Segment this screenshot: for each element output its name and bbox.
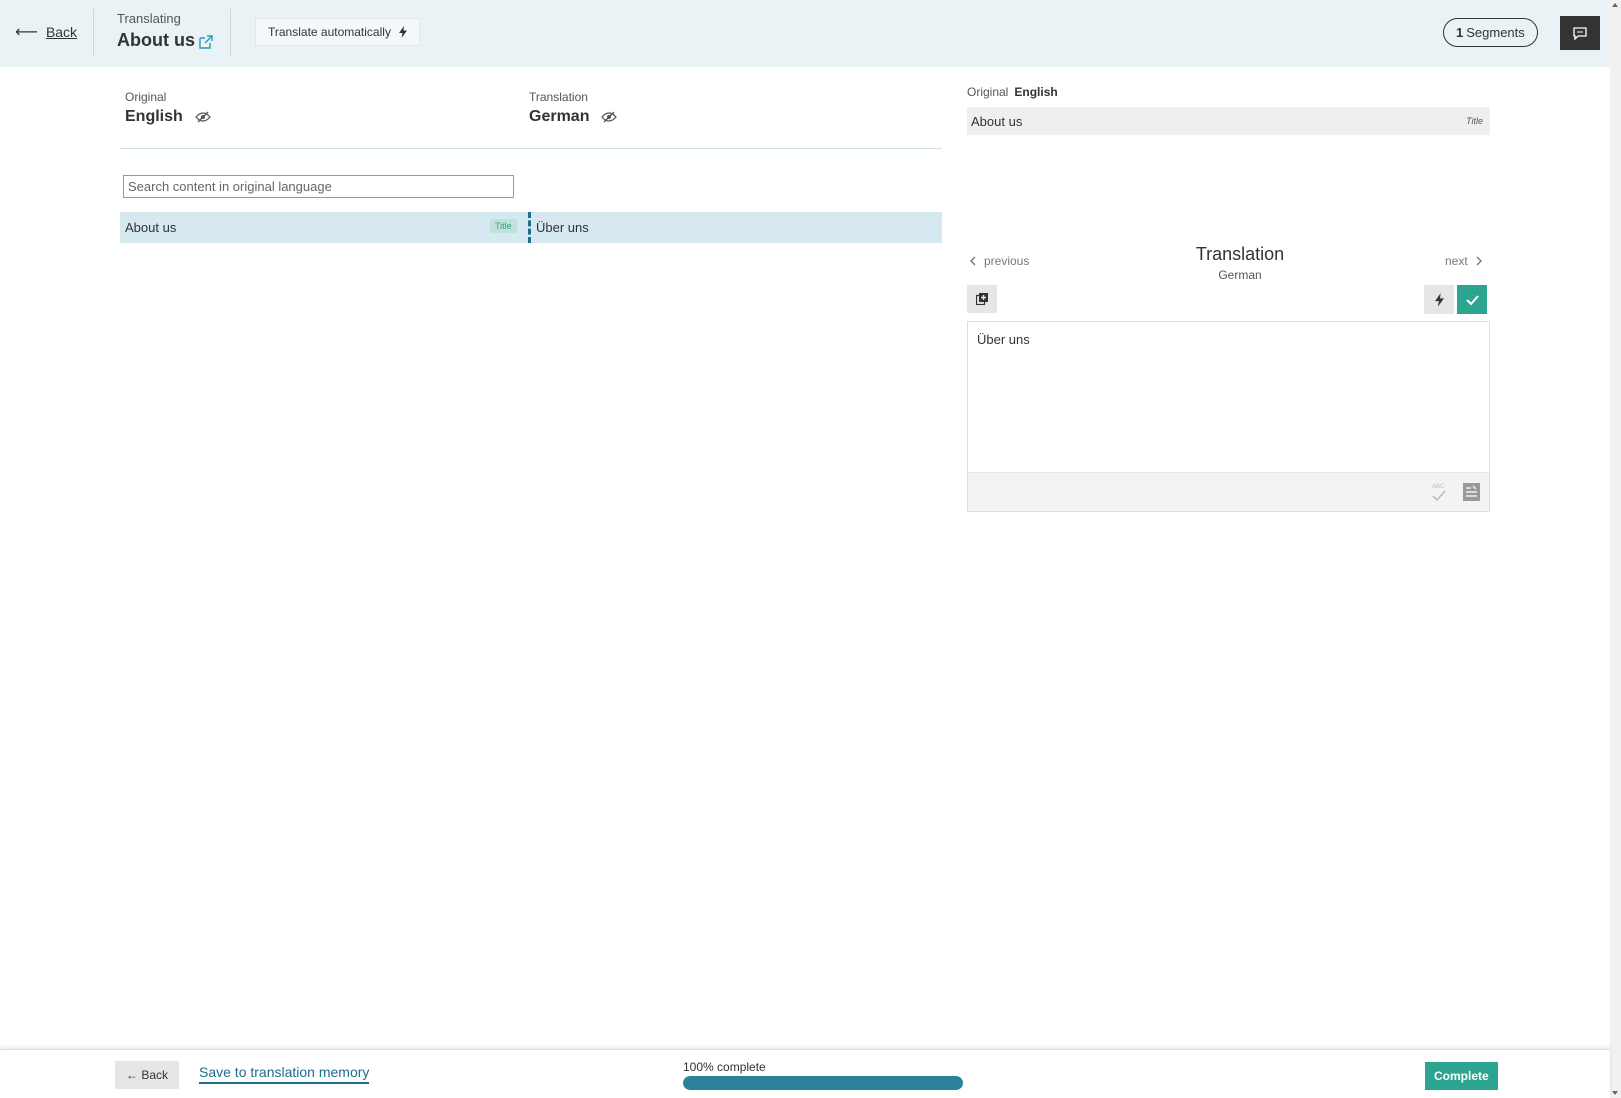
segment-original-text: About us (125, 220, 177, 235)
svg-text:ABC: ABC (1432, 484, 1445, 490)
segments-count: 1 (1456, 25, 1464, 40)
scrollbar[interactable] (1610, 0, 1621, 1098)
original-language: English (125, 108, 211, 126)
translation-panel-subtitle: German (1218, 268, 1262, 282)
lightning-icon (1434, 292, 1444, 307)
page-title: About us (117, 30, 213, 51)
segments-label: Segments (1466, 25, 1525, 40)
next-button[interactable]: next (1445, 254, 1482, 268)
progress-bar-fill (683, 1076, 963, 1090)
lightning-icon (398, 26, 407, 38)
segment-type-badge: Title (490, 219, 517, 233)
translation-language-name: German (529, 108, 590, 125)
comment-button[interactable] (1560, 16, 1600, 50)
translation-language: German (529, 108, 618, 126)
original-label: Original (125, 90, 167, 104)
eye-slash-icon[interactable] (601, 111, 618, 123)
eye-slash-icon[interactable] (194, 111, 211, 123)
copy-icon (976, 293, 988, 305)
chevron-left-icon (970, 256, 976, 266)
segment-row[interactable]: About us Title Über uns (120, 212, 942, 243)
chevron-right-icon (1476, 256, 1482, 266)
progress-bar (683, 1076, 963, 1090)
original-language-name: English (125, 108, 183, 125)
save-to-memory-link[interactable]: Save to translation memory (199, 1064, 370, 1084)
translation-language-header: Translation German (529, 90, 618, 126)
search-input[interactable] (123, 175, 514, 198)
scroll-down-icon[interactable] (1612, 1091, 1618, 1095)
copy-original-button[interactable] (967, 285, 997, 313)
panel-original-box: About us Title (967, 107, 1490, 135)
translate-automatically-button[interactable]: Translate automatically (255, 18, 420, 46)
panel-original-language: English (1014, 85, 1058, 99)
translation-panel-title: Translation (1195, 244, 1285, 264)
confirm-translation-button[interactable] (1457, 285, 1487, 314)
editor-toolbar: ABC (967, 472, 1490, 512)
panel-original-text: About us (971, 114, 1023, 129)
progress-label: 100% complete (683, 1060, 766, 1074)
header-divider (93, 9, 94, 57)
comment-icon (1573, 26, 1587, 40)
auto-translate-segment-button[interactable] (1424, 285, 1454, 314)
back-link[interactable]: ⟵ Back (15, 22, 77, 42)
translation-editor[interactable]: Über uns (967, 321, 1490, 473)
checkmark-icon (1465, 294, 1479, 305)
segment-divider (528, 212, 531, 243)
panel-original-label: Original (967, 85, 1009, 99)
bottom-footer: ← Back Save to translation memory 100% c… (0, 1049, 1610, 1098)
previous-label: previous (984, 254, 1030, 268)
translation-label: Translation (529, 90, 588, 104)
previous-button[interactable]: previous (970, 254, 1029, 268)
page-title-text: About us (117, 30, 195, 50)
panel-original-header: Original English (967, 85, 1058, 99)
scroll-up-icon[interactable] (1612, 3, 1618, 7)
next-label: next (1445, 254, 1468, 268)
external-link-icon[interactable] (199, 35, 213, 49)
arrow-left-icon: ⟵ (15, 24, 38, 41)
complete-button[interactable]: Complete (1425, 1062, 1498, 1090)
dictionary-icon[interactable] (1463, 483, 1480, 501)
segment-translation-text: Über uns (536, 220, 589, 235)
translate-automatically-label: Translate automatically (268, 25, 391, 39)
top-header: ⟵ Back Translating About us Translate au… (0, 0, 1610, 67)
translating-block: Translating About us (117, 11, 213, 51)
spellcheck-icon[interactable]: ABC (1431, 481, 1447, 503)
back-link-label: Back (45, 24, 78, 40)
language-header-divider (120, 148, 942, 149)
header-divider (230, 9, 231, 57)
segments-button[interactable]: 1 Segments (1443, 18, 1538, 47)
panel-original-tag: Title (1466, 116, 1483, 126)
translating-label: Translating (117, 11, 181, 26)
footer-back-button[interactable]: ← Back (115, 1061, 180, 1089)
original-language-header: Original English (125, 90, 211, 126)
